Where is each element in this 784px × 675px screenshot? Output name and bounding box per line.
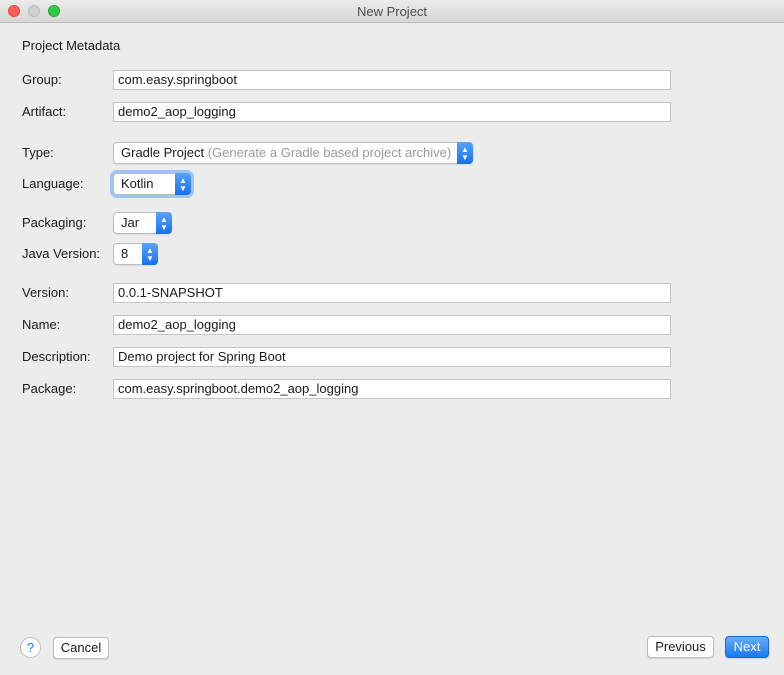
name-field[interactable]: demo2_aop_logging	[113, 315, 671, 335]
package-field[interactable]: com.easy.springboot.demo2_aop_logging	[113, 379, 671, 399]
description-label: Description:	[22, 349, 91, 364]
java-version-label: Java Version:	[22, 246, 101, 261]
version-field[interactable]: 0.0.1-SNAPSHOT	[113, 283, 671, 303]
group-label: Group:	[22, 72, 62, 87]
java-version-select[interactable]: 8 ▲ ▼	[113, 243, 158, 265]
java-version-select-value: 8	[121, 246, 129, 261]
description-field[interactable]: Demo project for Spring Boot	[113, 347, 671, 367]
name-label: Name:	[22, 317, 61, 332]
cancel-button[interactable]: Cancel	[53, 637, 109, 659]
packaging-label: Packaging:	[22, 215, 87, 230]
chevron-up-down-icon: ▲ ▼	[457, 142, 473, 164]
packaging-select[interactable]: Jar ▲ ▼	[113, 212, 172, 234]
new-project-dialog: New Project Project Metadata Group: com.…	[0, 0, 784, 675]
section-title: Project Metadata	[22, 38, 121, 53]
package-label: Package:	[22, 381, 77, 396]
language-select[interactable]: Kotlin ▲ ▼	[113, 173, 191, 195]
chevron-up-down-icon: ▲ ▼	[175, 173, 191, 195]
type-label: Type:	[22, 145, 54, 160]
help-button[interactable]: ?	[20, 637, 41, 658]
window-title: New Project	[356, 4, 428, 19]
title-bar: New Project	[0, 0, 784, 23]
chevron-up-down-icon: ▲ ▼	[156, 212, 172, 234]
language-select-value: Kotlin	[121, 176, 154, 191]
next-button[interactable]: Next	[725, 636, 769, 658]
artifact-field[interactable]: demo2_aop_logging	[113, 102, 671, 122]
type-select-hint: (Generate a Gradle based project archive…	[207, 145, 452, 160]
artifact-label: Artifact:	[22, 104, 67, 119]
packaging-select-value: Jar	[121, 215, 140, 230]
version-label: Version:	[22, 285, 69, 300]
previous-button[interactable]: Previous	[647, 636, 714, 658]
language-label: Language:	[22, 176, 84, 191]
group-field[interactable]: com.easy.springboot	[113, 70, 671, 90]
chevron-up-down-icon: ▲ ▼	[142, 243, 158, 265]
type-select-value: Gradle Project	[121, 145, 205, 160]
type-select[interactable]: Gradle Project (Generate a Gradle based …	[113, 142, 473, 164]
